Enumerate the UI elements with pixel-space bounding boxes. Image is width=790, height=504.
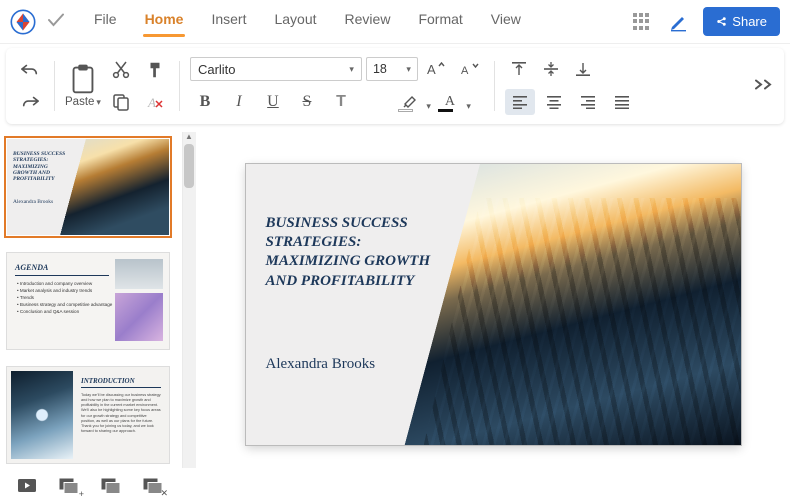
- menu-home[interactable]: Home: [131, 7, 198, 37]
- valign-top-button[interactable]: [505, 57, 533, 81]
- font-name-value: Carlito: [198, 62, 236, 77]
- ribbon-more-button[interactable]: [754, 79, 774, 94]
- slide-main[interactable]: BUSINESS SUCCESS STRATEGIES: MAXIMIZING …: [246, 164, 741, 445]
- font-size-value: 18: [373, 62, 387, 76]
- slide-thumb-1[interactable]: BUSINESS SUCCESS STRATEGIES: MAXIMIZING …: [6, 138, 170, 236]
- italic-button[interactable]: I: [224, 89, 254, 115]
- add-slide-button[interactable]: +: [56, 475, 82, 497]
- slide-author[interactable]: Alexandra Brooks: [266, 356, 436, 373]
- menu-file[interactable]: File: [80, 7, 131, 37]
- save-check-icon[interactable]: [42, 13, 70, 31]
- increase-font-button[interactable]: A: [422, 57, 450, 81]
- slide-thumb-3[interactable]: INTRODUCTION Today we'll be discussing o…: [6, 366, 170, 464]
- decrease-font-button[interactable]: A: [456, 57, 484, 81]
- paste-label: Paste: [65, 96, 94, 108]
- paste-button[interactable]: Paste▾: [65, 96, 101, 108]
- cut-button[interactable]: [107, 58, 135, 82]
- slide-thumbnails-panel: BUSINESS SUCCESS STRATEGIES: MAXIMIZING …: [0, 132, 196, 468]
- align-center-button[interactable]: [539, 89, 569, 115]
- menu-review[interactable]: Review: [331, 7, 405, 37]
- scrollbar-thumb[interactable]: [184, 144, 194, 188]
- copy-button[interactable]: [107, 90, 135, 114]
- valign-middle-button[interactable]: [537, 57, 565, 81]
- thumb3-title: INTRODUCTION: [81, 377, 135, 385]
- thumb1-author: Alexandra Brooks: [13, 199, 53, 205]
- share-button[interactable]: Share: [703, 7, 780, 36]
- edit-pen-icon[interactable]: [669, 12, 689, 32]
- font-color-button[interactable]: A▾: [432, 89, 468, 115]
- font-size-select[interactable]: 18▾: [366, 57, 418, 81]
- align-right-button[interactable]: [573, 89, 603, 115]
- thumb3-body: Today we'll be discussing our business s…: [81, 393, 161, 434]
- undo-button[interactable]: [16, 58, 44, 82]
- valign-bottom-button[interactable]: [569, 57, 597, 81]
- redo-button[interactable]: [16, 90, 44, 114]
- thumb1-title: BUSINESS SUCCESS STRATEGIES: MAXIMIZING …: [13, 151, 71, 183]
- duplicate-slide-button[interactable]: [98, 475, 124, 497]
- highlight-color-button[interactable]: ▾: [392, 89, 428, 115]
- menu-format[interactable]: Format: [404, 7, 476, 37]
- share-icon: [716, 16, 727, 27]
- delete-slide-button[interactable]: ✕: [140, 475, 166, 497]
- apps-grid-icon[interactable]: [633, 13, 651, 31]
- format-painter-button[interactable]: [141, 58, 169, 82]
- slide-title[interactable]: BUSINESS SUCCESS STRATEGIES: MAXIMIZING …: [266, 214, 441, 291]
- align-justify-button[interactable]: [607, 89, 637, 115]
- svg-text:A: A: [147, 95, 156, 110]
- slide-thumb-2[interactable]: AGENDA • Introduction and company overvi…: [6, 252, 170, 350]
- clear-format-button[interactable]: A: [141, 90, 169, 114]
- underline-button[interactable]: U: [258, 89, 288, 115]
- app-logo[interactable]: [10, 9, 36, 35]
- menu-insert[interactable]: Insert: [197, 7, 260, 37]
- menu-view[interactable]: View: [477, 7, 535, 37]
- slide-canvas[interactable]: BUSINESS SUCCESS STRATEGIES: MAXIMIZING …: [196, 132, 790, 468]
- thumb2-title: AGENDA: [15, 263, 48, 272]
- svg-text:A: A: [461, 65, 469, 77]
- start-slideshow-button[interactable]: [14, 475, 40, 497]
- text-effect-button[interactable]: T: [326, 89, 356, 115]
- strike-button[interactable]: S: [292, 89, 322, 115]
- thumbnails-scrollbar[interactable]: ▲: [182, 132, 196, 468]
- menu-layout[interactable]: Layout: [260, 7, 330, 37]
- svg-text:A: A: [427, 62, 436, 77]
- share-button-label: Share: [732, 14, 767, 29]
- align-left-button[interactable]: [505, 89, 535, 115]
- font-name-select[interactable]: Carlito▾: [190, 57, 362, 81]
- paste-icon[interactable]: [70, 64, 96, 94]
- thumb2-agenda: • Introduction and company overview • Ma…: [17, 281, 112, 315]
- bold-button[interactable]: B: [190, 89, 220, 115]
